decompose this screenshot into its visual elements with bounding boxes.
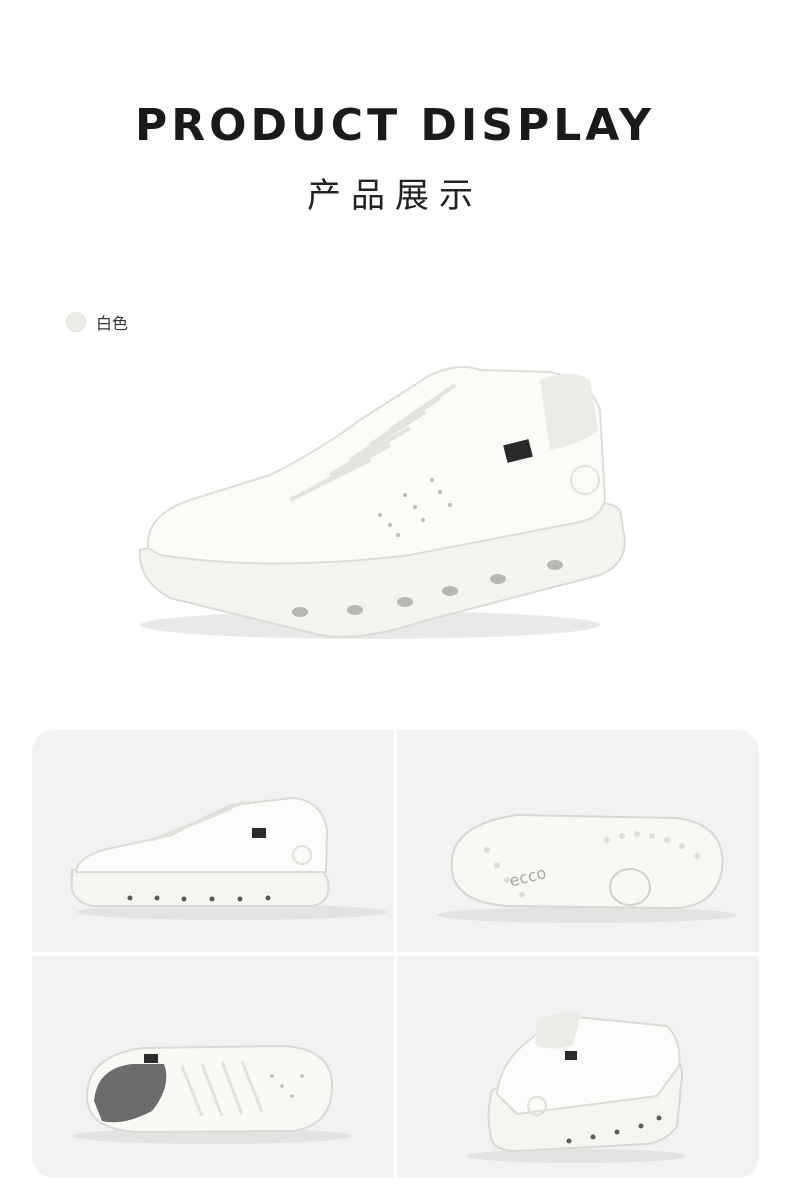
color-option[interactable]: 白色: [66, 310, 128, 334]
gallery-rear-view[interactable]: [397, 956, 759, 1178]
product-gallery: ecco: [32, 730, 759, 1178]
gallery-top-view[interactable]: [32, 956, 394, 1178]
gallery-sole-view[interactable]: ecco: [397, 730, 759, 952]
gallery-side-view[interactable]: [32, 730, 394, 952]
color-label: 白色: [96, 314, 129, 333]
color-swatch[interactable]: [66, 312, 86, 332]
hero-product-image: [120, 350, 640, 670]
page-title: PRODUCT DISPLAY: [135, 100, 655, 151]
page-subtitle: 产品展示: [307, 176, 483, 216]
